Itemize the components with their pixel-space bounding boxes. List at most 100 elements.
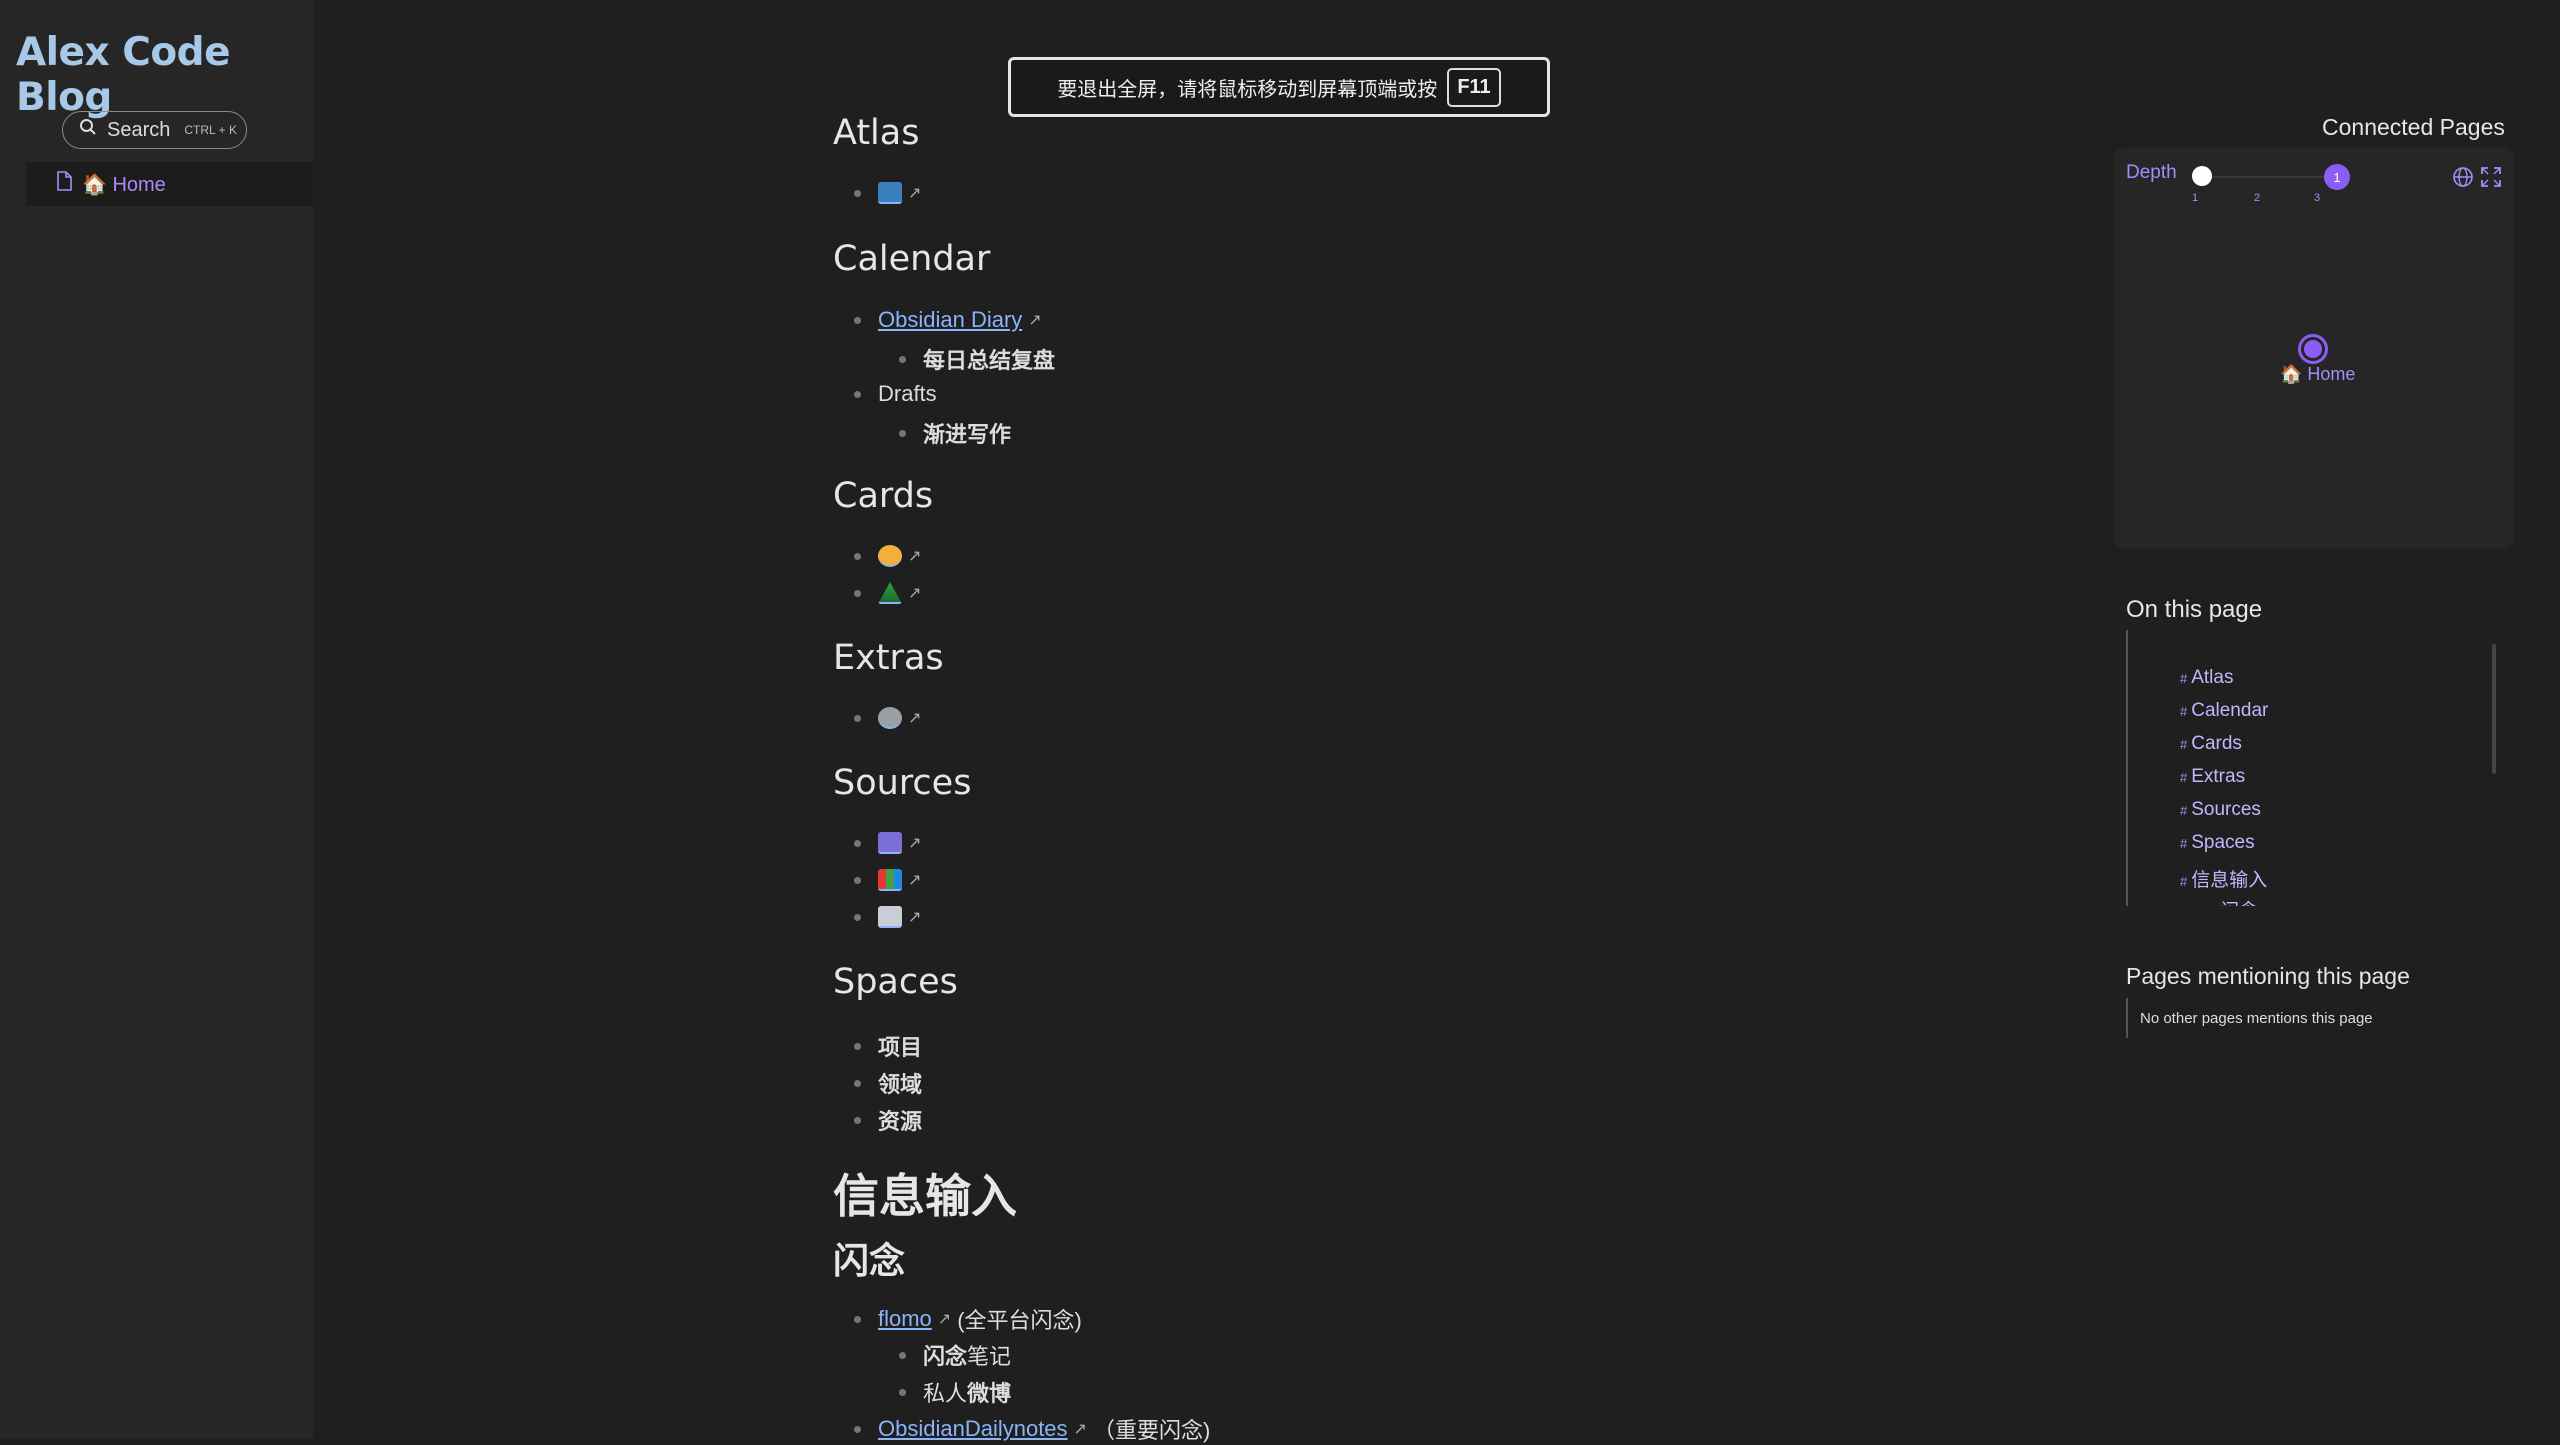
sidebar-item-home[interactable]: 🏠 Home: [26, 162, 313, 206]
search-button[interactable]: Search CTRL + K: [62, 111, 247, 149]
people-icon[interactable]: [878, 832, 902, 854]
list-item[interactable]: ↗: [853, 869, 922, 891]
toc-item-calendar[interactable]: # Calendar: [2180, 700, 2268, 722]
flash-notes-text: 笔记: [967, 1344, 1012, 1369]
external-link-icon: ↗: [908, 835, 922, 852]
toc-item-label: Spaces: [2191, 832, 2255, 853]
list-item[interactable]: Obsidian Diary ↗: [854, 307, 1042, 333]
depth-tick: 2: [2254, 192, 2261, 204]
toc-scrollbar-thumb[interactable]: [2492, 644, 2496, 774]
depth-tick: 1: [2192, 192, 2199, 204]
graph-title: Connected Pages: [2322, 114, 2505, 140]
gear-icon[interactable]: [878, 707, 902, 729]
external-link-icon: ↗: [1028, 312, 1042, 329]
external-link-icon: ↗: [908, 909, 922, 926]
list-item[interactable]: ↗: [853, 545, 922, 567]
toc-item-label: Sources: [2191, 799, 2261, 820]
heading-calendar: Calendar: [833, 239, 991, 279]
list-item: Drafts: [854, 381, 937, 406]
toc-item-extras[interactable]: # Extras: [2180, 766, 2245, 788]
toast-message: 要退出全屏，请将鼠标移动到屏幕顶端或按: [1057, 78, 1438, 101]
private-weibo-text: 私人: [923, 1381, 968, 1406]
graph-view[interactable]: Depth 1 1 2 3 🏠 Home: [2114, 148, 2514, 548]
toc-title: On this page: [2126, 596, 2263, 623]
heading-atlas: Atlas: [833, 113, 920, 153]
newspaper-icon[interactable]: [878, 906, 902, 928]
file-icon: [56, 171, 72, 197]
list-item[interactable]: ↗: [853, 707, 921, 729]
obsidian-diary-link[interactable]: Obsidian Diary: [878, 307, 1022, 333]
external-link-icon: ↗: [908, 872, 922, 889]
heading-extras: Extras: [833, 638, 944, 678]
toc-item-label: Calendar: [2191, 700, 2269, 721]
toast-key: F11: [1447, 67, 1501, 107]
flomo-note: (全平台闪念): [957, 1308, 1082, 1333]
toc-item-info-input[interactable]: # 信息输入: [2180, 865, 2267, 892]
hash-icon: #: [2180, 770, 2188, 785]
mentions-empty: No other pages mentions this page: [2126, 998, 2373, 1038]
hash-icon: #: [2180, 803, 2188, 818]
heading-sources: Sources: [833, 763, 972, 803]
hash-icon: #: [2180, 671, 2188, 686]
sidebar: Alex Code Blog Search CTRL + K 🏠 Home: [0, 0, 313, 1439]
toc-item-sources[interactable]: # Sources: [2180, 799, 2261, 821]
list-item[interactable]: ↗: [853, 832, 922, 854]
toc-item-cards[interactable]: # Cards: [2180, 733, 2242, 755]
depth-slider-handle[interactable]: 1: [2324, 164, 2350, 190]
external-link-icon: ↗: [908, 585, 922, 602]
toc-item-label: 闪念: [2220, 896, 2258, 906]
heading-flash: 闪念: [833, 1241, 906, 1282]
flash-notes-bold: 闪念: [923, 1344, 968, 1369]
list-item: 每日总结复盘: [898, 343, 1055, 375]
dailynotes-link[interactable]: ObsidianDailynotes: [878, 1416, 1068, 1442]
expand-icon[interactable]: [2480, 166, 2502, 193]
depth-slider-handle-min[interactable]: [2192, 166, 2212, 186]
toc-item-label: 信息输入: [2191, 870, 2268, 891]
external-link-icon: ↗: [1073, 1421, 1087, 1438]
heading-spaces: Spaces: [833, 962, 958, 1002]
toc-scrollbar[interactable]: [2490, 632, 2498, 904]
tree-icon[interactable]: [878, 582, 902, 604]
list-item[interactable]: ↗: [853, 906, 922, 928]
list-item[interactable]: ↗: [853, 582, 922, 604]
site-title[interactable]: Alex Code Blog: [16, 30, 313, 120]
globe-icon[interactable]: [2452, 166, 2474, 193]
toc-item-label: Cards: [2191, 733, 2242, 754]
depth-tick: 3: [2314, 192, 2321, 204]
list-item: 闪念 笔记: [898, 1339, 1012, 1371]
toc-item-atlas[interactable]: # Atlas: [2180, 667, 2233, 689]
book-icon[interactable]: [878, 182, 902, 204]
list-item[interactable]: ↗: [853, 182, 922, 204]
hash-icon: #: [2180, 704, 2188, 719]
search-shortcut: CTRL + K: [184, 123, 237, 137]
list-item: 私人 微博: [898, 1376, 1012, 1408]
depth-label: Depth: [2126, 162, 2177, 183]
list-item: 领域: [853, 1067, 922, 1099]
toc-item-flash[interactable]: 闪念: [2220, 896, 2258, 906]
fullscreen-toast: 要退出全屏，请将鼠标移动到屏幕顶端或按 F11: [1008, 57, 1550, 117]
hash-icon: #: [2180, 874, 2188, 889]
graph-node-label: 🏠 Home: [2280, 364, 2356, 384]
flomo-link[interactable]: flomo: [878, 1306, 932, 1332]
person-icon[interactable]: [878, 545, 902, 567]
external-link-icon: ↗: [908, 185, 922, 202]
toc-item-label: Extras: [2191, 766, 2246, 787]
private-weibo-bold: 微博: [967, 1381, 1012, 1406]
hash-icon: #: [2180, 737, 2188, 752]
list-item[interactable]: flomo ↗ (全平台闪念): [854, 1303, 1082, 1335]
depth-slider-track[interactable]: [2200, 176, 2344, 178]
hash-icon: #: [2180, 836, 2188, 851]
graph-node-home[interactable]: [2298, 334, 2328, 364]
graph-node-dot: [2304, 340, 2322, 358]
toc-item-spaces[interactable]: # Spaces: [2180, 832, 2255, 854]
list-item: 资源: [853, 1104, 922, 1136]
external-link-icon: ↗: [908, 548, 922, 565]
list-item[interactable]: ObsidianDailynotes ↗ （重要闪念): [853, 1413, 1211, 1445]
search-icon: [79, 118, 97, 142]
mentions-title: Pages mentioning this page: [2126, 963, 2410, 989]
books-icon[interactable]: [878, 869, 902, 891]
dailynotes-note: （重要闪念): [1092, 1418, 1211, 1443]
sidebar-item-label: 🏠 Home: [82, 173, 166, 196]
list-item: 项目: [853, 1030, 922, 1062]
heading-info-input: 信息输入: [833, 1169, 1017, 1223]
